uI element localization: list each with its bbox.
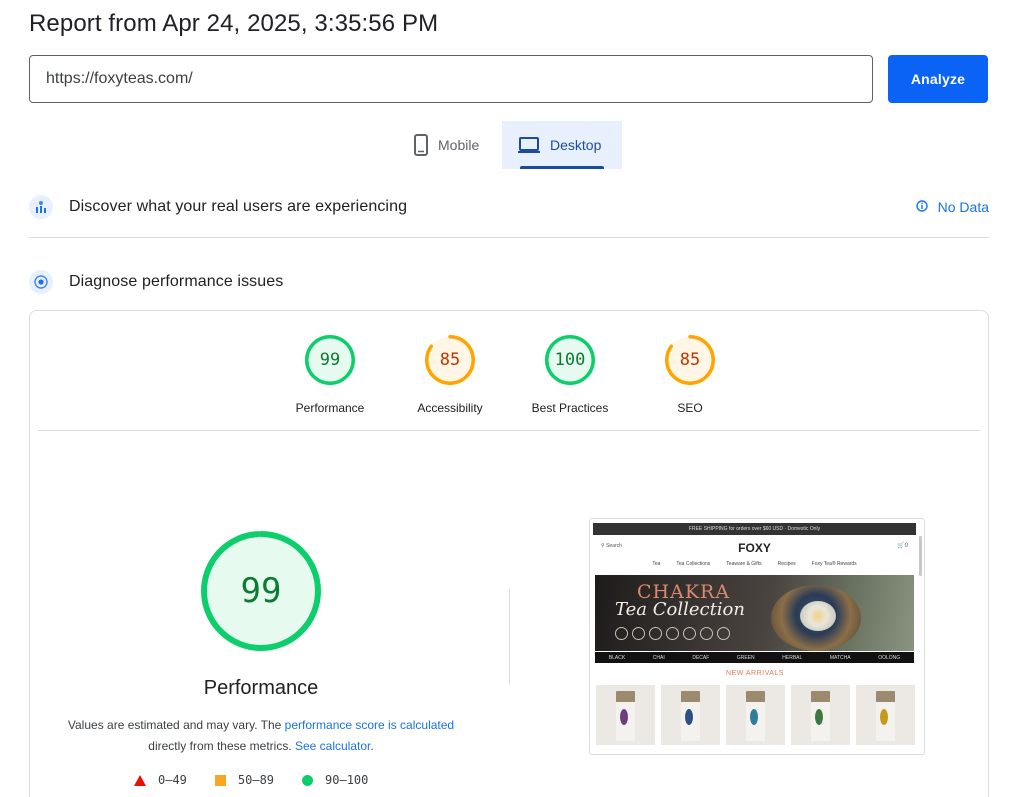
category-item: OOLONG (878, 654, 901, 661)
flower-image (800, 601, 836, 631)
performance-score-large: 99 (240, 571, 282, 611)
site-nav: Tea Tea Collections Teaware & Gifts Reci… (593, 561, 916, 567)
site-nav-item: Recipes (777, 561, 796, 567)
category-item: DECAF (692, 654, 710, 661)
gauge-score: 99 (319, 350, 341, 370)
users-chart-icon (29, 195, 53, 219)
lab-data-section: Diagnose performance issues (29, 262, 989, 302)
vertical-divider (509, 589, 510, 685)
legend-range: 90–100 (325, 773, 369, 787)
gauge-best-practices[interactable]: 100 Best Practices (510, 335, 630, 415)
legend-range: 0–49 (158, 773, 187, 787)
score-calculated-link[interactable]: performance score is calculated (285, 718, 454, 732)
info-icon (915, 199, 928, 215)
report-title: Report from Apr 24, 2025, 3:35:56 PM (29, 10, 439, 37)
field-data-section: Discover what your real users are experi… (29, 187, 989, 227)
gauge-label: Performance (295, 401, 365, 415)
device-tabs: Mobile Desktop (398, 121, 622, 169)
category-item: GREEN (736, 654, 755, 661)
gauge-ring: 85 (665, 335, 715, 385)
gauge-ring: 85 (425, 335, 475, 385)
gauge-accessibility[interactable]: 85 Accessibility (390, 335, 510, 415)
smartphone-icon (414, 134, 428, 156)
tab-mobile-label: Mobile (438, 137, 480, 153)
legend-item-fail: 0–49 (134, 773, 187, 787)
no-data-label: No Data (937, 199, 989, 215)
site-header: ⚲ Search FOXY 🛒0 (593, 537, 916, 559)
no-data-indicator[interactable]: No Data (915, 187, 989, 227)
square-icon (214, 774, 226, 786)
gauge-label: Accessibility (417, 401, 483, 415)
gauge-ring: 100 (545, 335, 595, 385)
laptop-icon (518, 136, 540, 154)
gauge-ring: 99 (305, 335, 355, 385)
active-tab-indicator (520, 166, 604, 169)
product-tile (726, 685, 785, 745)
lighthouse-report-card: 99 Performance 85 Accessibility 100 Best… (29, 310, 989, 797)
site-nav-item: Teaware & Gifts (726, 561, 762, 567)
gauge-label: Best Practices (531, 401, 609, 415)
new-arrivals-heading: NEW ARRIVALS (726, 670, 784, 677)
legend-item-pass: 90–100 (302, 773, 368, 787)
note-text: Values are estimated and may vary. The (67, 718, 285, 732)
category-item: BLACK (608, 654, 626, 661)
gauge-target-icon (29, 270, 53, 294)
see-calculator-link[interactable]: See calculator (295, 739, 370, 753)
leaf-icon (685, 709, 693, 725)
product-tile (661, 685, 720, 745)
gauge-label: SEO (677, 401, 703, 415)
final-screenshot[interactable]: FREE SHIPPING for orders over $60 USD · … (589, 518, 925, 755)
triangle-icon (134, 774, 146, 786)
gauge-score: 85 (439, 350, 461, 370)
legend-range: 50–89 (237, 773, 275, 787)
url-input[interactable] (29, 55, 873, 103)
product-tile (791, 685, 850, 745)
product-grid (596, 685, 915, 745)
site-logo: FOXY (738, 541, 771, 555)
leaf-icon (620, 709, 628, 725)
site-nav-item: Foxy Tea® Rewards (811, 561, 857, 567)
tab-desktop[interactable]: Desktop (502, 121, 622, 169)
gauge-score: 100 (554, 350, 586, 370)
lab-data-title: Diagnose performance issues (69, 273, 284, 290)
site-scrollbar (919, 536, 922, 576)
site-nav-item: Tea (652, 561, 661, 567)
gauge-performance[interactable]: 99 Performance (270, 335, 390, 415)
gauge-seo[interactable]: 85 SEO (630, 335, 750, 415)
card-divider (38, 430, 980, 431)
leaf-icon (815, 709, 823, 725)
banner-subtitle: Tea Collection (615, 599, 745, 620)
category-item: HERBAL (782, 654, 803, 661)
chakra-symbols (615, 627, 730, 640)
performance-gauge-large: 99 (201, 531, 321, 651)
product-tile (856, 685, 915, 745)
gauge-score: 85 (679, 350, 701, 370)
section-divider (29, 237, 989, 238)
note-text: directly from these metrics. (148, 739, 295, 753)
leaf-icon (750, 709, 758, 725)
category-item: CHAI (652, 654, 665, 661)
site-category-bar: BLACK CHAI DECAF GREEN HERBAL MATCHA OOL… (595, 652, 914, 663)
site-cart-icon: 🛒0 (897, 543, 908, 549)
tab-desktop-label: Desktop (550, 137, 602, 153)
tab-mobile[interactable]: Mobile (398, 121, 502, 169)
legend-item-average: 50–89 (214, 773, 275, 787)
score-legend: 0–49 50–89 90–100 (134, 773, 368, 787)
category-item: MATCHA (829, 654, 851, 661)
score-note: Values are estimated and may vary. The p… (61, 715, 461, 757)
field-data-title: Discover what your real users are experi… (69, 198, 408, 215)
product-tile (596, 685, 655, 745)
performance-title: Performance (203, 677, 319, 699)
site-nav-item: Tea Collections (676, 561, 711, 567)
leaf-icon (880, 709, 888, 725)
site-hero-banner: CHAKRA Tea Collection (595, 575, 914, 651)
category-gauges: 99 Performance 85 Accessibility 100 Best… (30, 335, 990, 415)
circle-icon (302, 774, 314, 786)
site-topbar: FREE SHIPPING for orders over $60 USD · … (593, 523, 916, 535)
note-text: . (370, 739, 374, 753)
analyze-button[interactable]: Analyze (888, 55, 988, 103)
